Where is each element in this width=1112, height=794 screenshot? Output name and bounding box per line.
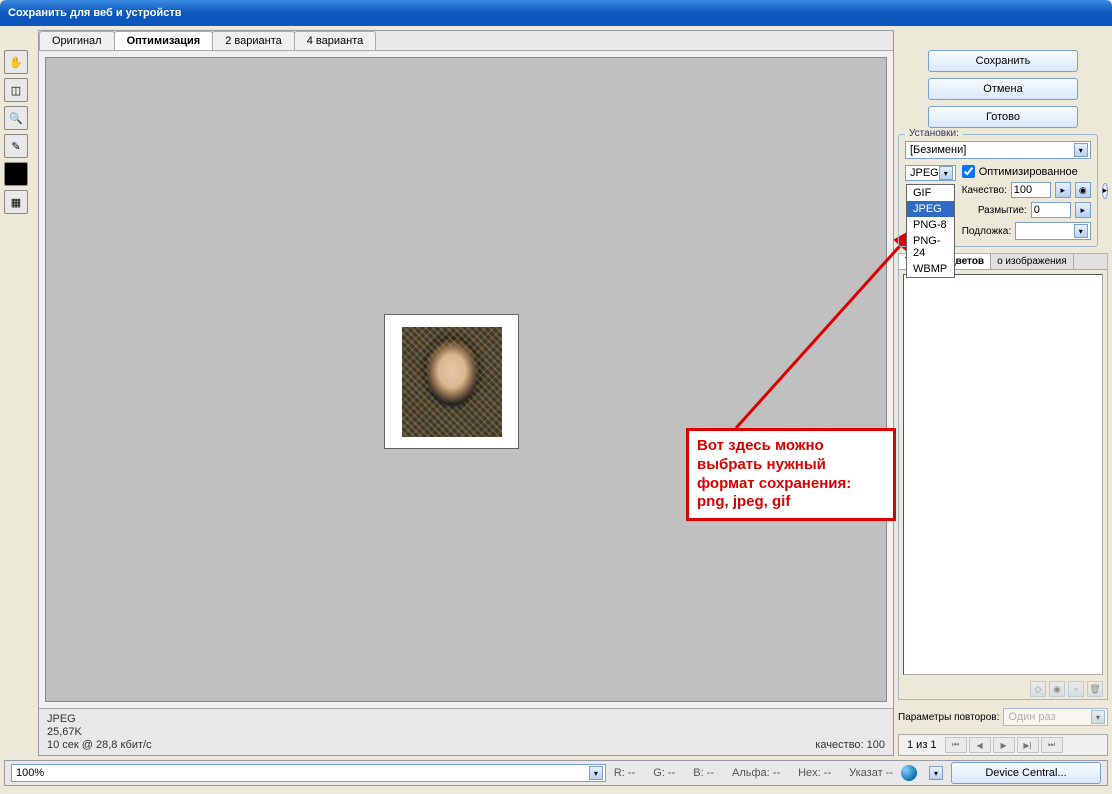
matte-label: Подложка: — [962, 226, 1011, 237]
readout-index: Указат -- — [849, 767, 893, 779]
repeat-select: Один раз ▾ — [1003, 708, 1108, 726]
format-option-jpeg[interactable]: JPEG — [907, 201, 954, 217]
info-format: JPEG — [47, 713, 152, 725]
annotation-text: Вот здесь можно выбрать нужный формат со… — [697, 437, 885, 512]
prev-frame-icon[interactable]: ◀ — [969, 737, 991, 753]
chevron-down-icon: ▾ — [1091, 710, 1105, 724]
chevron-down-icon: ▾ — [589, 766, 603, 780]
slice-tool-icon[interactable]: ◫ — [4, 78, 28, 102]
optimized-checkbox[interactable] — [962, 165, 975, 178]
annotation-callout: Вот здесь можно выбрать нужный формат со… — [686, 428, 896, 521]
play-icon[interactable]: ▶ — [993, 737, 1015, 753]
toggle-slices-icon[interactable]: ▦ — [4, 190, 28, 214]
color-table-panel: Таблица цветов о изображения ◇ ◉ ▫ 🗑 — [898, 253, 1108, 700]
ct-snap-icon[interactable]: ◇ — [1030, 681, 1046, 697]
panel-menu-icon[interactable]: ▸ — [1102, 183, 1109, 199]
animation-playback: 1 из 1 ⏮ ◀ ▶ ▶| ⏭ — [898, 734, 1108, 756]
color-readouts: R: -- G: -- B: -- Альфа: -- Hex: -- Указ… — [614, 767, 893, 779]
repeat-label: Параметры повторов: — [898, 712, 999, 723]
settings-panel: Сохранить Отмена Готово Установки: [Бези… — [898, 30, 1108, 756]
status-bar: 100% ▾ R: -- G: -- B: -- Альфа: -- Hex: … — [4, 760, 1108, 786]
zoom-tool-icon[interactable]: 🔍 — [4, 106, 28, 130]
save-button[interactable]: Сохранить — [928, 50, 1078, 72]
format-option-png24[interactable]: PNG-24 — [907, 233, 954, 261]
tab-2up[interactable]: 2 варианта — [212, 31, 295, 50]
quality-label: Качество: — [962, 185, 1007, 196]
ct-lock-icon[interactable]: ◉ — [1049, 681, 1065, 697]
info-download-time: 10 сек @ 28,8 кбит/с — [47, 739, 152, 751]
preset-label: Установки: — [905, 128, 963, 139]
blur-slider-icon[interactable]: ▸ — [1075, 202, 1091, 218]
toolbox: ✋ ◫ 🔍 ✎ ▦ — [4, 30, 34, 756]
last-frame-icon[interactable]: ⏭ — [1041, 737, 1063, 753]
first-frame-icon[interactable]: ⏮ — [945, 737, 967, 753]
cancel-button[interactable]: Отмена — [928, 78, 1078, 100]
format-select[interactable]: JPEG ▾ GIF JPEG PNG-8 PNG-24 WBMP — [905, 165, 956, 181]
color-table-body — [903, 274, 1103, 675]
readout-hex: Hex: -- — [798, 767, 831, 779]
readout-b: B: -- — [693, 767, 714, 779]
preset-value: [Безимени] — [910, 144, 966, 156]
quality-input[interactable] — [1011, 182, 1051, 198]
matte-select[interactable]: ▾ — [1015, 222, 1091, 240]
color-swatch[interactable] — [4, 162, 28, 186]
readout-alpha: Альфа: -- — [732, 767, 780, 779]
image-preview[interactable] — [384, 314, 519, 449]
preview-area: Оригинал Оптимизация 2 варианта 4 вариан… — [38, 30, 894, 756]
format-dropdown-list: GIF JPEG PNG-8 PNG-24 WBMP — [906, 184, 955, 278]
format-option-png8[interactable]: PNG-8 — [907, 217, 954, 233]
view-tabs: Оригинал Оптимизация 2 варианта 4 вариан… — [39, 31, 893, 51]
tab-image-size[interactable]: о изображения — [991, 254, 1074, 269]
info-quality: качество: 100 — [815, 739, 885, 751]
done-button[interactable]: Готово — [928, 106, 1078, 128]
zoom-value: 100% — [16, 767, 44, 779]
eyedropper-tool-icon[interactable]: ✎ — [4, 134, 28, 158]
trash-icon[interactable]: 🗑 — [1087, 681, 1103, 697]
tab-optimized[interactable]: Оптимизация — [114, 31, 214, 50]
zoom-select[interactable]: 100% ▾ — [11, 764, 606, 782]
chevron-down-icon: ▾ — [1074, 143, 1088, 157]
browser-preview-icon[interactable] — [901, 765, 917, 781]
window-title: Сохранить для веб и устройств — [8, 7, 181, 19]
info-filesize: 25,67K — [47, 726, 152, 738]
preset-select[interactable]: [Безимени] ▾ — [905, 141, 1091, 159]
chevron-down-icon[interactable]: ▾ — [929, 766, 943, 780]
color-table-footer: ◇ ◉ ▫ 🗑 — [899, 679, 1107, 699]
tab-4up[interactable]: 4 варианта — [294, 31, 377, 50]
readout-r: R: -- — [614, 767, 635, 779]
repeat-value: Один раз — [1008, 711, 1055, 723]
device-central-button[interactable]: Device Central... — [951, 762, 1101, 784]
preview-info-bar: JPEG 25,67K 10 сек @ 28,8 кбит/с качеств… — [39, 708, 893, 755]
hand-tool-icon[interactable]: ✋ — [4, 50, 28, 74]
next-frame-icon[interactable]: ▶| — [1017, 737, 1039, 753]
quality-menu-icon[interactable]: ◉ — [1075, 182, 1091, 198]
blur-input[interactable] — [1031, 202, 1071, 218]
chevron-down-icon: ▾ — [939, 166, 953, 180]
format-value: JPEG — [910, 167, 939, 179]
blur-label: Размытие: — [978, 205, 1027, 216]
optimized-label: Оптимизированное — [979, 166, 1078, 178]
preview-canvas[interactable]: Вот здесь можно выбрать нужный формат со… — [45, 57, 887, 702]
ct-add-icon[interactable]: ▫ — [1068, 681, 1084, 697]
tab-original[interactable]: Оригинал — [39, 31, 115, 50]
quality-slider-icon[interactable]: ▸ — [1055, 182, 1071, 198]
frame-counter: 1 из 1 — [901, 739, 943, 751]
readout-g: G: -- — [653, 767, 675, 779]
chevron-down-icon: ▾ — [1074, 224, 1088, 238]
format-option-gif[interactable]: GIF — [907, 185, 954, 201]
portrait-image — [402, 327, 502, 437]
format-option-wbmp[interactable]: WBMP — [907, 261, 954, 277]
titlebar: Сохранить для веб и устройств — [0, 0, 1112, 26]
